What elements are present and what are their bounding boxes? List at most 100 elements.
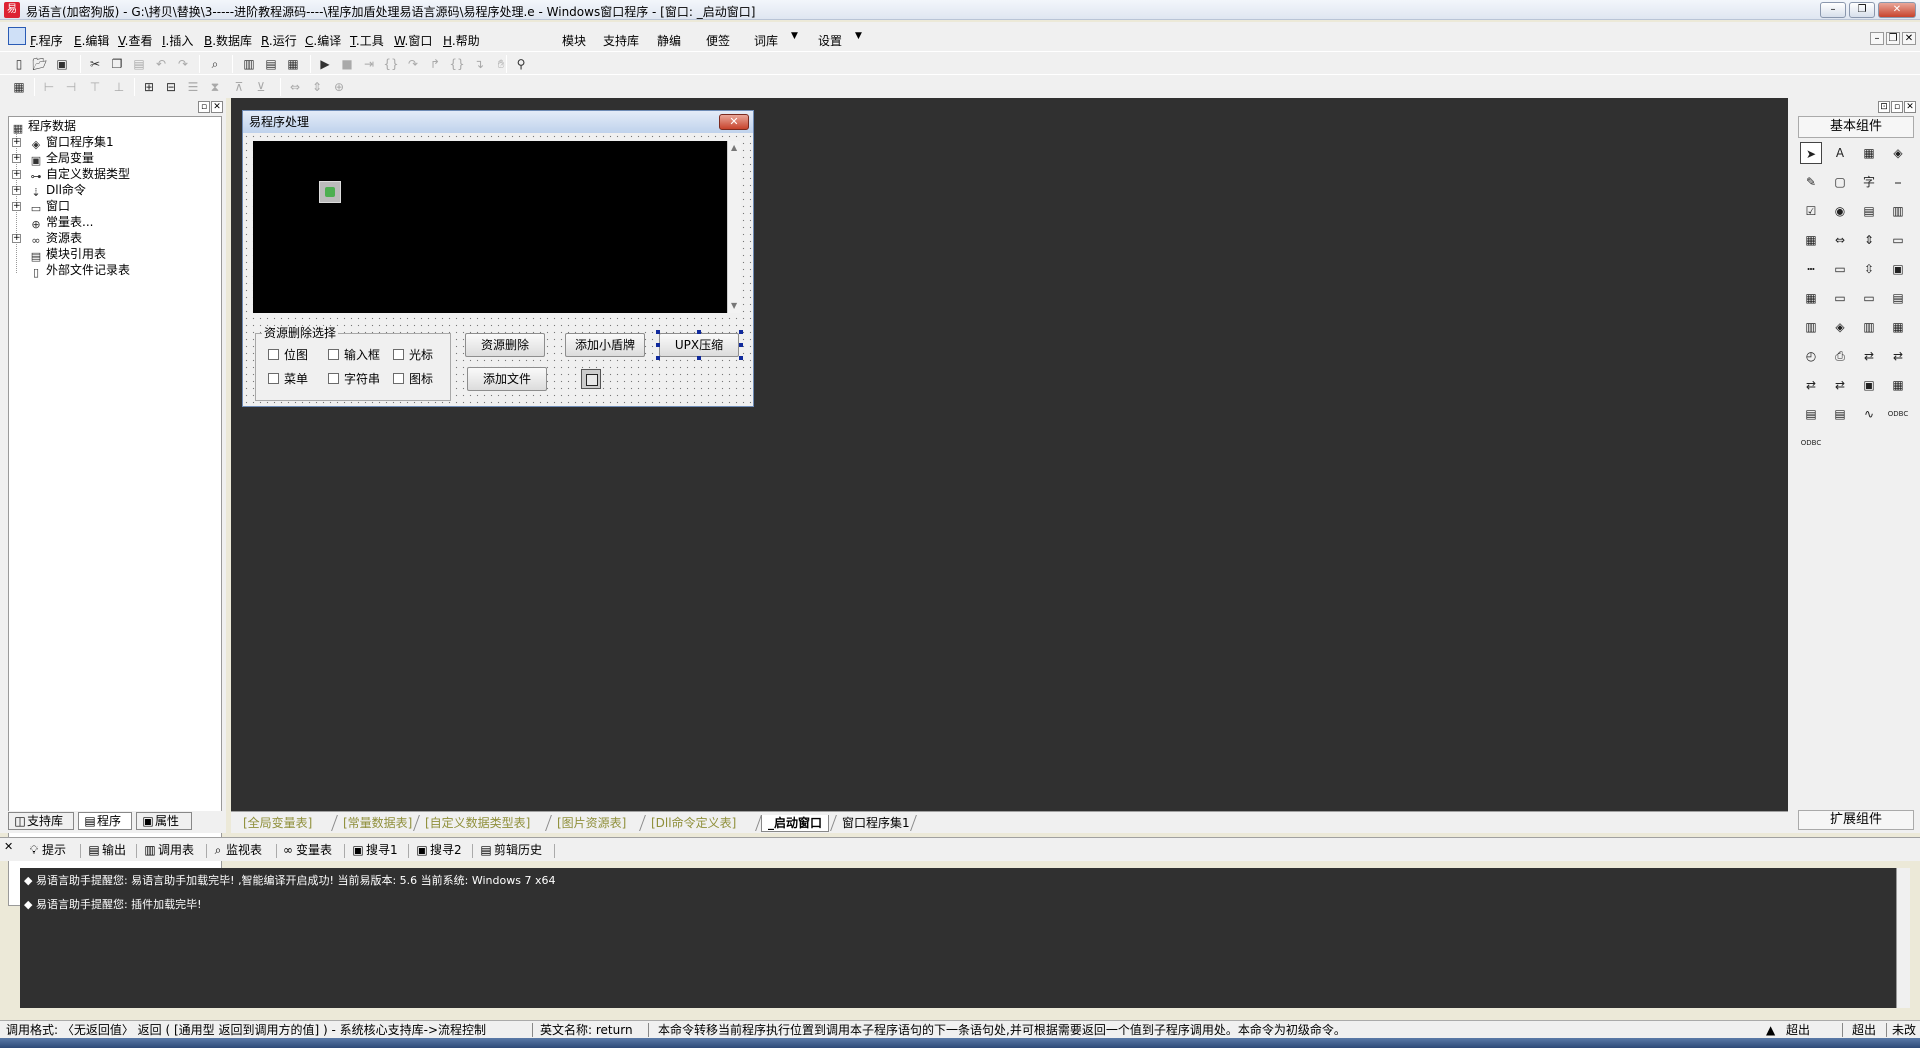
tab-global-var-table[interactable]: [全局变量表] — [237, 815, 318, 832]
tab-support-library[interactable]: ◫支持库 — [8, 812, 74, 830]
pointer-icon[interactable]: ➤ — [1800, 142, 1822, 164]
status-scroll-up-icon[interactable]: ▲ — [1766, 1022, 1775, 1039]
timer-icon[interactable]: ◴ — [1800, 345, 1822, 367]
step-out-icon[interactable]: ↱ — [426, 55, 444, 73]
binoculars-icon[interactable]: ⚲ — [512, 55, 530, 73]
checkbox-input-box[interactable]: 输入框 — [328, 347, 380, 363]
tree-root[interactable]: ▦ 程序数据 — [11, 119, 76, 135]
tree-item-custom-types[interactable]: ⊶ 自定义数据类型 — [29, 167, 131, 183]
hand-icon[interactable]: ✋︎ — [492, 55, 510, 73]
checkbox-box[interactable] — [393, 373, 404, 384]
new-icon[interactable]: ▯ — [10, 55, 28, 73]
layout-1-icon[interactable]: ▥ — [240, 55, 258, 73]
radio-icon[interactable]: ◉ — [1829, 200, 1851, 222]
tree-item-global-vars[interactable]: ▣ 全局变量 — [29, 151, 94, 167]
document-menu-icon[interactable] — [8, 27, 26, 45]
checkbox-box[interactable] — [328, 349, 339, 360]
picture-box-icon[interactable]: ▦ — [1858, 142, 1880, 164]
tree-expand-toggle[interactable]: + — [12, 234, 21, 243]
selection-handle[interactable] — [739, 343, 743, 347]
menu-run[interactable]: R.运行 — [261, 32, 297, 49]
tab-image-resource-table[interactable]: [图片资源表] — [551, 815, 632, 832]
paste-icon[interactable]: ▤ — [130, 55, 148, 73]
panel-pin-button[interactable]: ⊡ — [1878, 101, 1890, 113]
menu-word-library[interactable]: 词库 — [754, 32, 778, 49]
selection-handle[interactable] — [739, 356, 743, 360]
selection-handle[interactable] — [697, 356, 701, 360]
checkbox-icon-res[interactable]: 图标 — [393, 371, 433, 387]
tab-icon[interactable]: ▥ — [1800, 316, 1822, 338]
odbc-2-icon[interactable]: ODBC — [1800, 432, 1822, 454]
run-icon[interactable]: ▶ — [316, 55, 334, 73]
tree-item-constants[interactable]: ⊕ 常量表... — [29, 215, 93, 231]
selection-handle[interactable] — [656, 356, 660, 360]
tab-clipboard-history[interactable]: ▤ 剪辑历史 — [478, 842, 542, 860]
size-width-icon[interactable]: ⇔ — [286, 78, 304, 96]
video-icon[interactable]: ▣ — [1887, 258, 1909, 280]
text-icon[interactable]: 字 — [1858, 171, 1880, 193]
selection-handle[interactable] — [739, 330, 743, 334]
restore-button[interactable]: ❐ — [1849, 2, 1875, 18]
menu-support-library[interactable]: 支持库 — [603, 32, 639, 49]
step-icon[interactable]: ⇥ — [360, 55, 378, 73]
tab-call-table[interactable]: ▥ 调用表 — [142, 842, 194, 860]
label-icon[interactable]: A — [1829, 142, 1851, 164]
tab-variable-table[interactable]: ∞ 变量表 — [280, 842, 332, 860]
menu-edit[interactable]: E.编辑 — [74, 32, 109, 49]
tray-icon[interactable]: ◈ — [1829, 316, 1851, 338]
file-list-icon[interactable]: ▤ — [1887, 287, 1909, 309]
add-shield-button[interactable]: 添加小盾牌 — [565, 333, 645, 357]
designed-form[interactable]: 易程序处理 ✕ ▲ ▼ 资源删除选择 位图 输入框 光标 菜单 字符串 图标 资… — [242, 110, 754, 407]
redo-icon[interactable]: ↷ — [174, 55, 192, 73]
combo-list-icon[interactable]: ▥ — [1887, 200, 1909, 222]
calendar-icon[interactable]: ▦ — [1800, 287, 1822, 309]
bottom-panel-close-button[interactable]: ✕ — [4, 840, 13, 853]
tree-expand-toggle[interactable]: + — [12, 154, 21, 163]
space-vertical-icon[interactable]: ☰ — [184, 78, 202, 96]
tab-output[interactable]: ▤ 输出 — [86, 842, 126, 860]
tree-item-window-module[interactable]: ◈ 窗口程序集1 — [29, 135, 114, 151]
data-link-icon[interactable]: ⇄ — [1887, 345, 1909, 367]
output-console[interactable]: ◆ 易语言助手提醒您: 易语言助手加载完毕! ,智能编译开启成功! 当前易版本:… — [20, 868, 1910, 1008]
menu-program[interactable]: F.程序 — [30, 32, 63, 49]
db-provider-icon[interactable]: ▤ — [1800, 403, 1822, 425]
extended-components-footer[interactable]: 扩展组件 — [1798, 810, 1914, 830]
tab-custom-type-table[interactable]: [自定义数据类型表] — [419, 815, 536, 832]
printer-icon[interactable]: ⎙ — [1829, 345, 1851, 367]
checkbox-menu[interactable]: 菜单 — [268, 371, 308, 387]
layout-2-icon[interactable]: ▤ — [262, 55, 280, 73]
odbc-icon[interactable]: ODBC — [1887, 403, 1909, 425]
frame-icon[interactable]: ▭ — [1829, 258, 1851, 280]
menu-database[interactable]: B.数据库 — [204, 32, 252, 49]
mdi-restore-button[interactable]: ❐ — [1886, 32, 1900, 45]
checkbox-string[interactable]: 字符串 — [328, 371, 380, 387]
mdi-minimize-button[interactable]: – — [1870, 32, 1884, 45]
drive-icon[interactable]: ▭ — [1858, 287, 1880, 309]
menu-module[interactable]: 模块 — [562, 32, 586, 49]
tab-constant-table[interactable]: [常量数据表] — [337, 815, 418, 832]
align-left-icon[interactable]: ⊢ — [40, 78, 58, 96]
checkbox-cursor[interactable]: 光标 — [393, 347, 433, 363]
picture-box[interactable] — [253, 141, 727, 313]
same-width-icon[interactable]: ⊼ — [230, 78, 248, 96]
panel-pin-button[interactable]: ▫ — [198, 101, 210, 113]
chevron-down-icon[interactable]: ▼ — [855, 31, 862, 41]
client-icon[interactable]: ⇄ — [1829, 374, 1851, 396]
tab-search1[interactable]: ▣ 搜寻1 — [350, 842, 397, 860]
slider-icon[interactable]: ┅ — [1800, 258, 1822, 280]
listbox-icon[interactable]: ▤ — [1858, 200, 1880, 222]
tree-item-external-files[interactable]: ▯ 外部文件记录表 — [29, 263, 130, 279]
checkbox-box[interactable] — [328, 373, 339, 384]
menu-compile[interactable]: C.编译 — [305, 32, 341, 49]
menu-static-compile[interactable]: 静编 — [657, 32, 681, 49]
undo-icon[interactable]: ↶ — [152, 55, 170, 73]
calculator-icon[interactable]: ▦ — [10, 78, 28, 96]
minimize-button[interactable]: – — [1820, 2, 1846, 18]
tab-search2[interactable]: ▣ 搜寻2 — [414, 842, 461, 860]
panel-close-button[interactable]: ✕ — [211, 101, 223, 113]
form-close-button[interactable]: ✕ — [719, 114, 749, 130]
checkbox-box[interactable] — [268, 349, 279, 360]
picture-scrollbar[interactable]: ▲ ▼ — [727, 141, 741, 313]
stop-icon[interactable]: ■ — [338, 55, 356, 73]
dbgrid-icon[interactable]: ▦ — [1887, 374, 1909, 396]
